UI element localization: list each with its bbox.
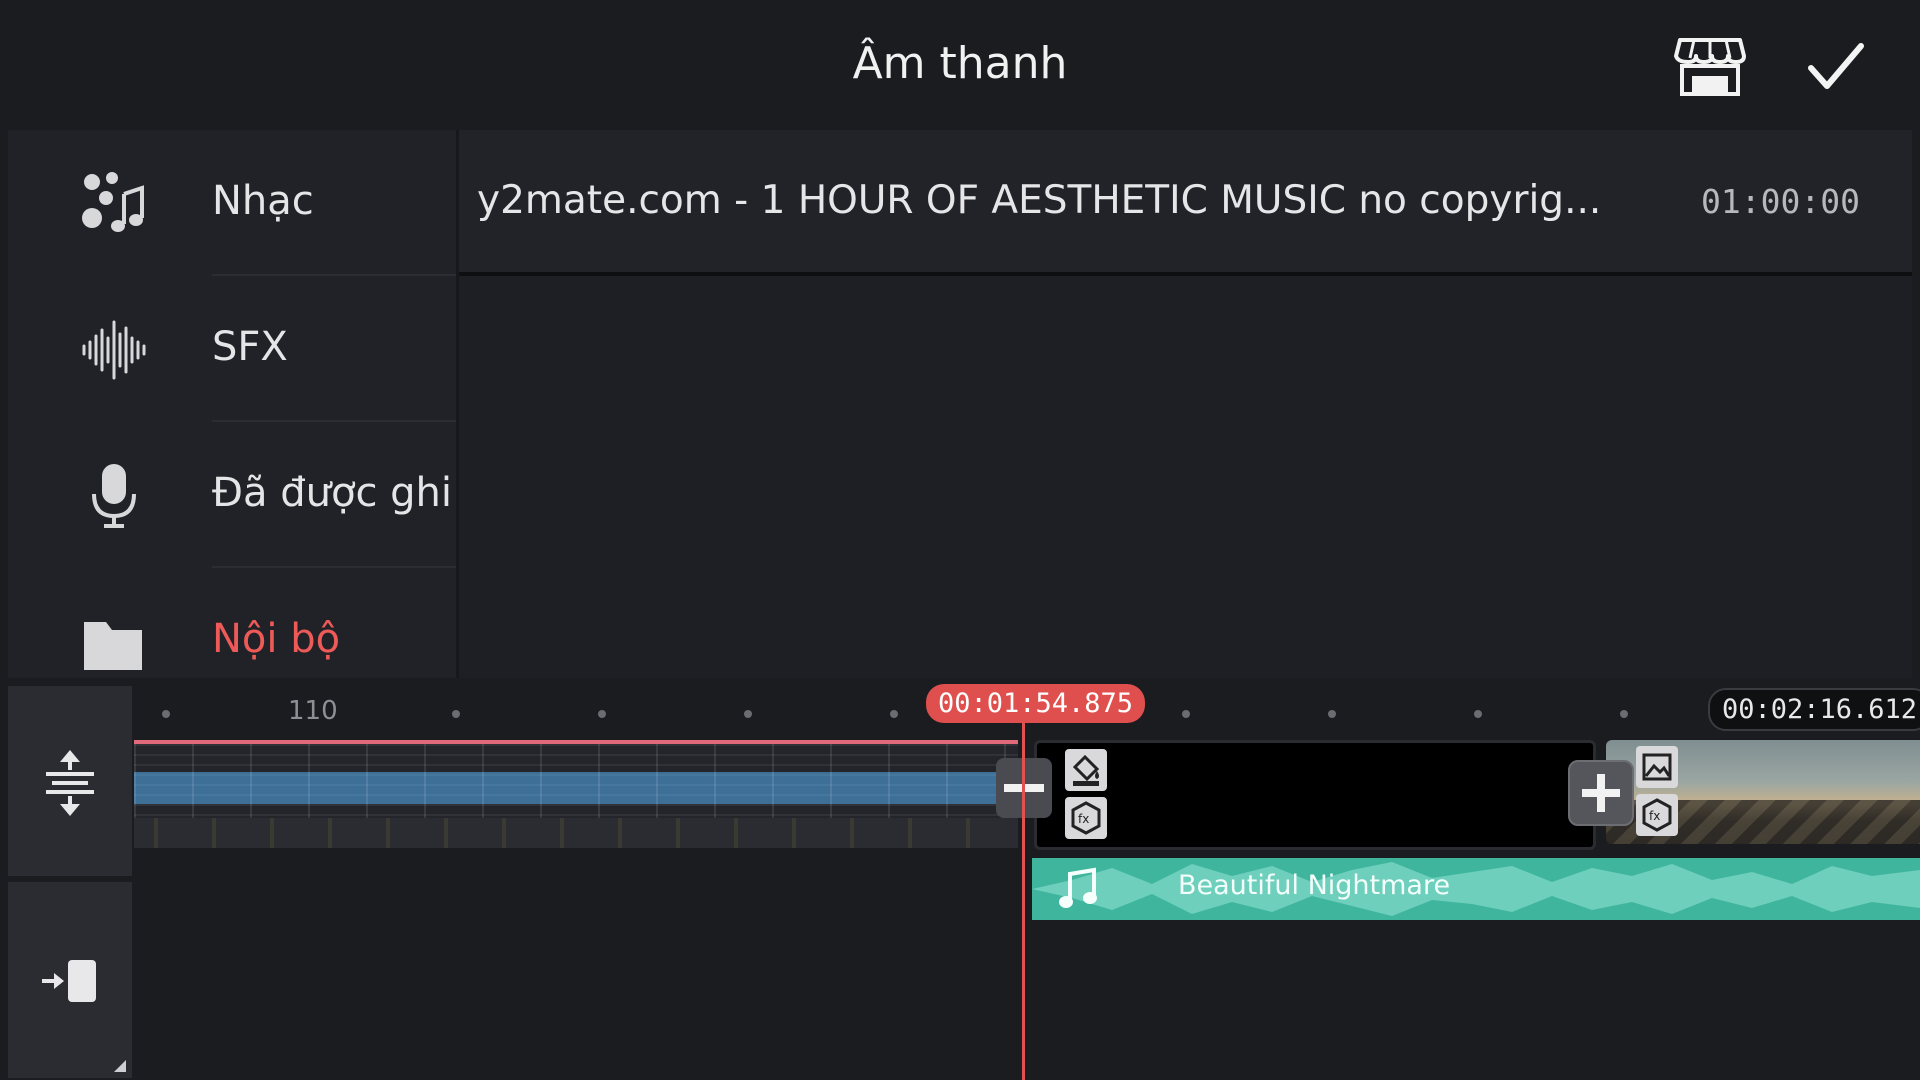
category-sidebar: Nhạc SFX Đã được ghi Nội bộ: [8, 130, 459, 678]
clip-thumbnail-strip: [134, 818, 1018, 848]
image-settings-button[interactable]: [1636, 746, 1678, 788]
fill-button[interactable]: [1065, 749, 1107, 791]
audio-browser-screen: Âm thanh Nhạc SFX Đã được ghi Nội bộ y2m…: [0, 0, 1920, 1080]
category-label: Đã được ghi â: [212, 470, 456, 516]
ruler-dot: [452, 710, 460, 718]
music-notes-icon: [82, 172, 144, 232]
playhead[interactable]: [1022, 722, 1025, 1080]
category-recorded[interactable]: Đã được ghi â: [8, 422, 456, 568]
expand-tracks-button[interactable]: [8, 686, 132, 876]
track-list: y2mate.com - 1 HOUR OF AESTHETIC MUSIC n…: [459, 130, 1912, 678]
page-title: Âm thanh: [852, 38, 1068, 89]
corner-indicator: [114, 1060, 126, 1072]
track-duration: 01:00:00: [1701, 182, 1860, 221]
ruler-dot: [1328, 710, 1336, 718]
confirm-button[interactable]: [1805, 38, 1867, 96]
black-clip[interactable]: fx: [1034, 740, 1596, 850]
timeline: 110 00:01:54.875 00:02:16.612 fx fx Beau…: [0, 678, 1920, 1080]
jump-to-end-button[interactable]: [8, 882, 132, 1078]
fx-icon: fx: [1642, 798, 1672, 832]
checkmark-icon: [1808, 43, 1864, 89]
sound-browser: Nhạc SFX Đã được ghi Nội bộ y2mate.com -…: [8, 130, 1912, 678]
category-label: SFX: [212, 324, 288, 370]
add-transition-button[interactable]: [1568, 760, 1634, 826]
music-note-icon: [1059, 867, 1097, 908]
ruler-dot: [1474, 710, 1482, 718]
playhead-time: 00:01:54.875: [926, 684, 1146, 723]
audio-clip[interactable]: Beautiful Nightmare: [1032, 858, 1920, 920]
ruler-dot: [1182, 710, 1190, 718]
ruler-dot: [890, 710, 898, 718]
store-button[interactable]: [1672, 36, 1748, 98]
category-sfx[interactable]: SFX: [8, 276, 456, 422]
ruler-dot: [162, 710, 170, 718]
track-row[interactable]: y2mate.com - 1 HOUR OF AESTHETIC MUSIC n…: [459, 130, 1912, 276]
store-icon: [1674, 38, 1746, 96]
timeline-tools: [8, 686, 132, 1078]
image-clip[interactable]: fx: [1606, 740, 1920, 844]
svg-text:fx: fx: [1078, 812, 1089, 826]
ruler-label: 110: [288, 696, 338, 726]
audio-clip-label: Beautiful Nightmare: [1178, 870, 1451, 901]
category-music[interactable]: Nhạc: [8, 130, 456, 276]
microphone-icon: [92, 464, 136, 528]
folder-icon: [84, 622, 142, 670]
fx-button[interactable]: fx: [1065, 797, 1107, 839]
category-label: Nội bộ: [212, 616, 341, 662]
category-label: Nhạc: [212, 178, 314, 224]
video-clip[interactable]: [134, 740, 1018, 848]
jump-to-end-icon: [42, 960, 96, 1002]
ruler-dot: [744, 710, 752, 718]
audio-waveform: [1032, 862, 1920, 916]
expand-vertical-icon: [46, 750, 94, 816]
total-duration: 00:02:16.612: [1708, 688, 1920, 731]
top-bar: Âm thanh: [0, 0, 1920, 130]
ruler-dot: [1620, 710, 1628, 718]
paint-bucket-icon: [1072, 754, 1100, 786]
fx-icon: fx: [1071, 801, 1101, 835]
image-icon: [1642, 753, 1672, 781]
waveform-icon: [82, 320, 146, 380]
ruler-dot: [598, 710, 606, 718]
svg-text:fx: fx: [1649, 809, 1660, 823]
track-name: y2mate.com - 1 HOUR OF AESTHETIC MUSIC n…: [477, 178, 1602, 223]
plus-icon: [1582, 774, 1620, 812]
fx-button[interactable]: fx: [1636, 794, 1678, 836]
